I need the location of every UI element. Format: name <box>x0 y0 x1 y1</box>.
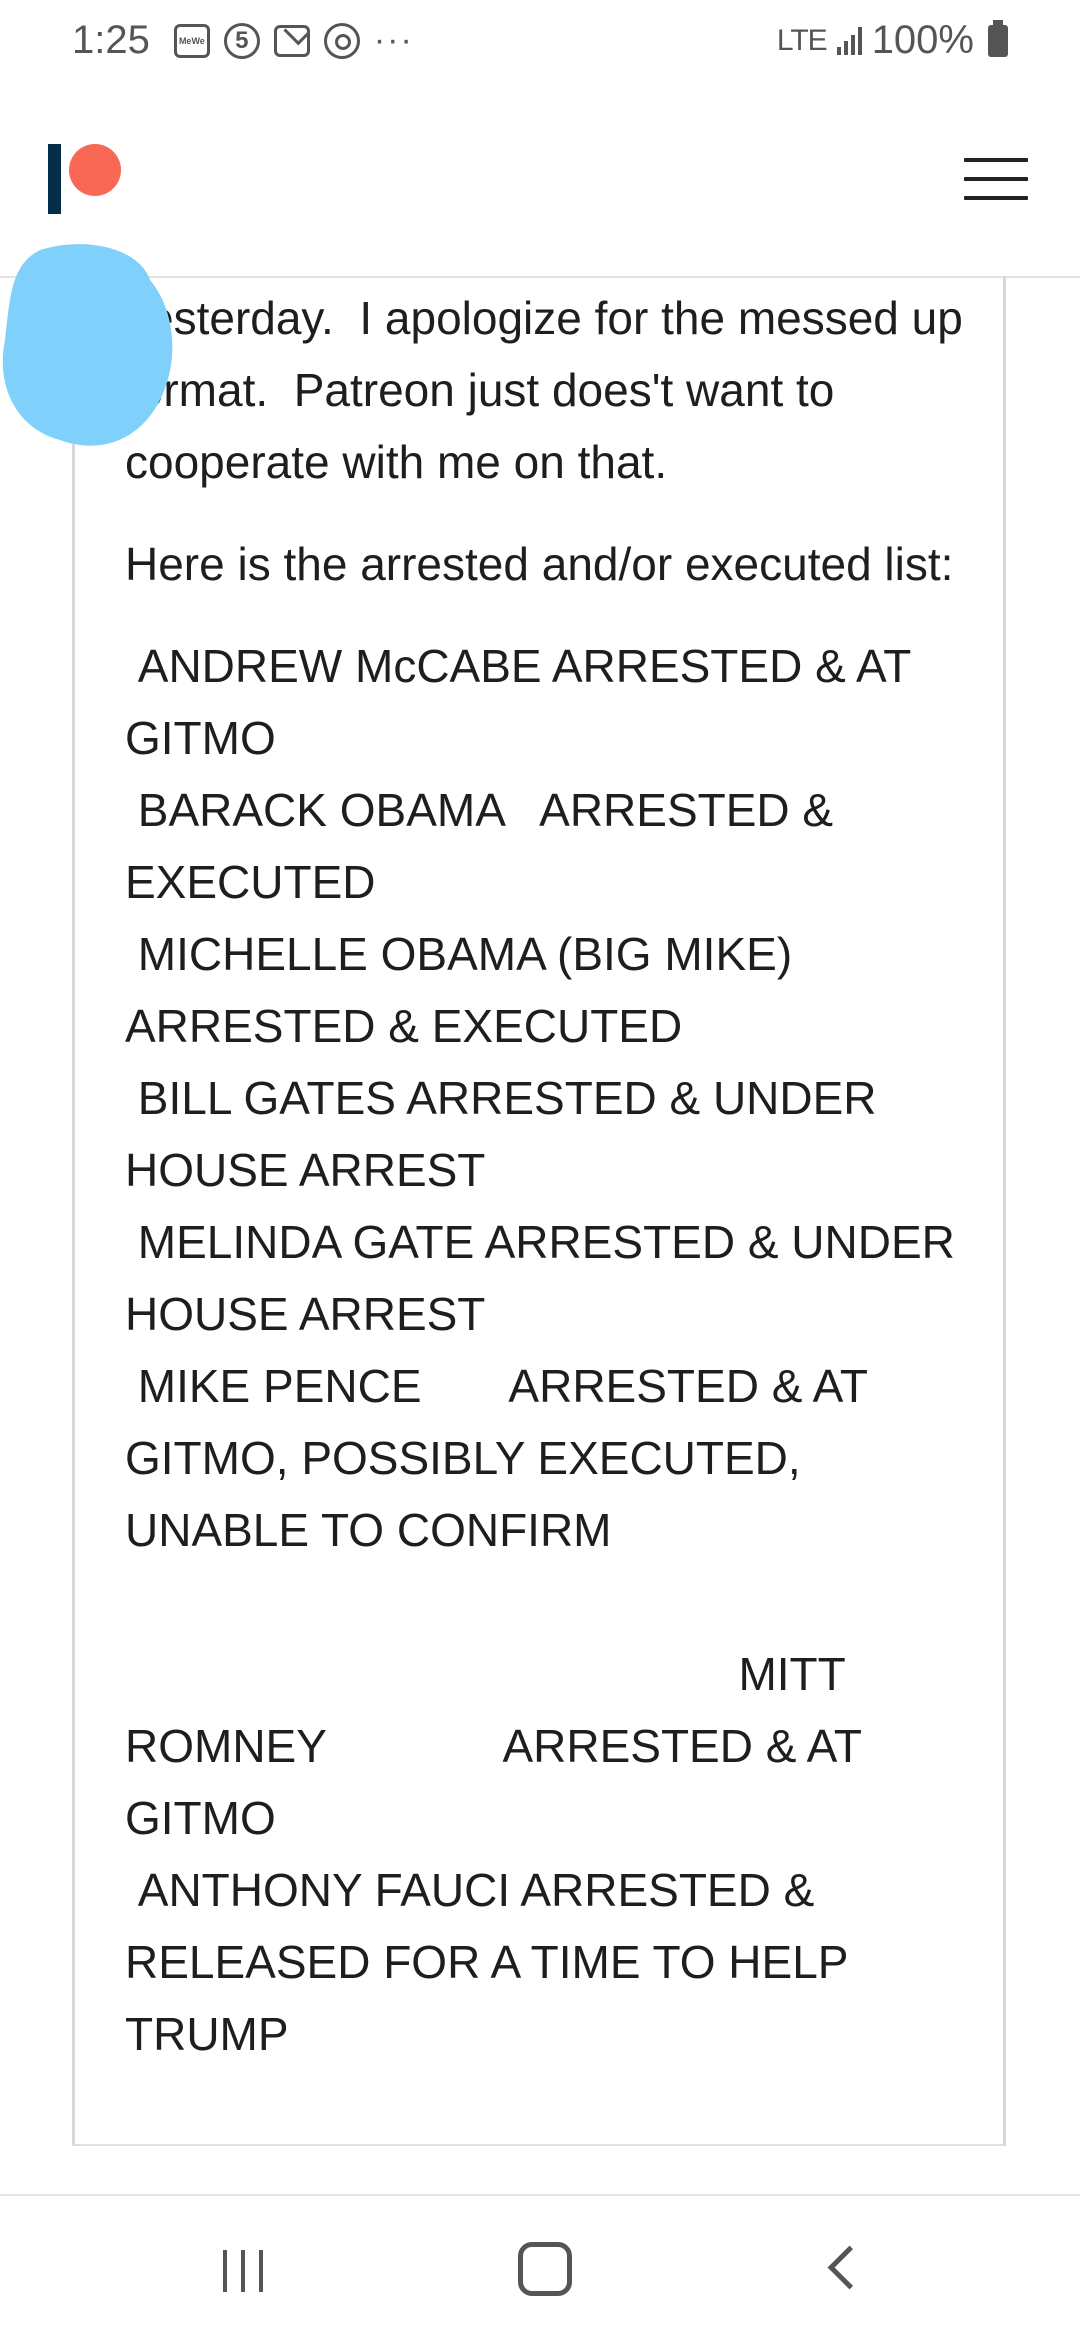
more-notifications-icon: ··· <box>373 21 414 59</box>
mail-icon <box>273 24 310 57</box>
back-icon[interactable] <box>800 2236 890 2306</box>
post-intro-paragraph: yesterday. I apologize for the messed up… <box>125 292 976 488</box>
recent-apps-icon[interactable] <box>198 2236 288 2306</box>
network-type: LTE <box>776 23 828 57</box>
mewe-icon: MeWe <box>173 23 210 58</box>
five-icon: 5 <box>223 22 260 59</box>
signal-icon <box>836 26 862 55</box>
battery-percent: 100% <box>871 18 974 62</box>
status-right: LTE 100% <box>777 18 1008 63</box>
post-card: yesterday. I apologize for the messed up… <box>72 276 1006 2146</box>
post-body: yesterday. I apologize for the messed up… <box>125 282 965 2100</box>
redaction-scribble <box>2 244 173 446</box>
post-list-heading: Here is the arrested and/or executed lis… <box>125 538 954 590</box>
hamburger-menu-icon[interactable] <box>964 158 1028 204</box>
logo-circle <box>69 144 121 196</box>
status-bar: 1:25 MeWe 5 ··· LTE 100% <box>0 0 1080 84</box>
battery-icon <box>988 19 1008 57</box>
logo-bar <box>48 144 61 214</box>
status-time: 1:25 <box>72 18 150 62</box>
home-icon[interactable] <box>500 2236 590 2306</box>
post-list: ANDREW McCABE ARRESTED & AT GITMO BARACK… <box>125 640 955 2060</box>
system-nav-bar <box>0 2196 1080 2340</box>
swirl-icon <box>323 22 360 59</box>
patreon-logo[interactable] <box>48 144 123 224</box>
status-left: 1:25 MeWe 5 ··· <box>72 18 414 63</box>
